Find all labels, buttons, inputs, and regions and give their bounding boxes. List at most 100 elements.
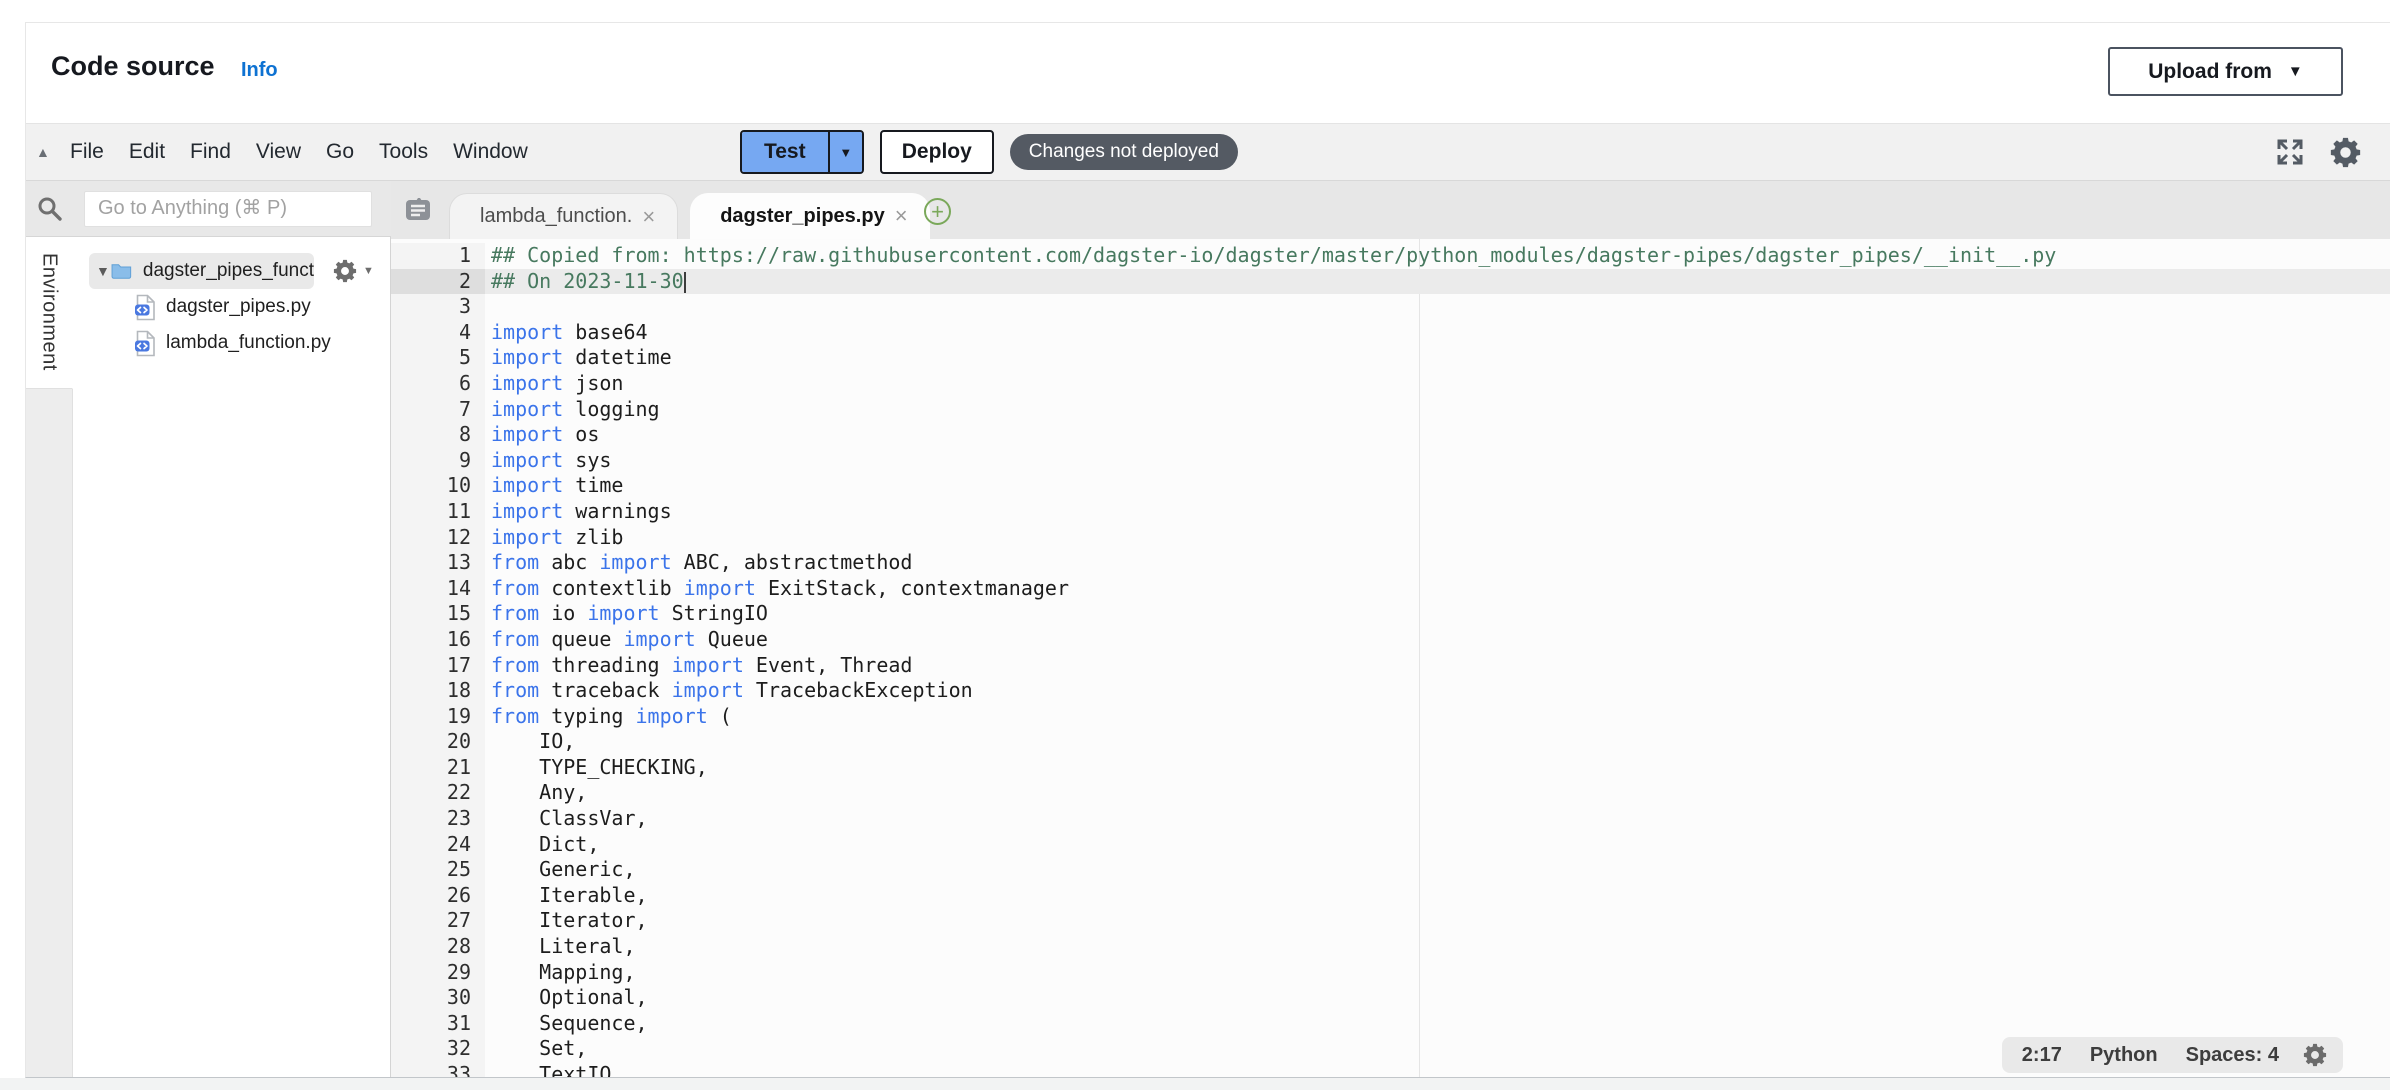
line-number: 18 — [391, 678, 485, 704]
editor-tab-dagster_pipes-py[interactable]: dagster_pipes.py× — [690, 193, 929, 239]
code-line[interactable]: 22 Any, — [391, 780, 2390, 806]
test-button[interactable]: Test — [742, 132, 828, 172]
code-line[interactable]: 29 Mapping, — [391, 960, 2390, 986]
line-number: 33 — [391, 1062, 485, 1077]
code-line-text: import time — [485, 473, 2390, 499]
code-line-text: ## Copied from: https://raw.githubuserco… — [485, 243, 2390, 269]
code-line[interactable]: 20 IO, — [391, 729, 2390, 755]
code-source-panel: Code source Info Upload from ▼ ▲ FileEdi… — [25, 22, 2390, 1078]
side-tab-strip: Environment — [26, 237, 73, 1077]
language-mode[interactable]: Python — [2090, 1044, 2158, 1067]
code-line[interactable]: 24 Dict, — [391, 832, 2390, 858]
code-line[interactable]: 2## On 2023-11-30 — [391, 269, 2390, 295]
menu-item-tools[interactable]: Tools — [379, 140, 428, 164]
code-line[interactable]: 26 Iterable, — [391, 883, 2390, 909]
line-number: 19 — [391, 704, 485, 730]
menu-item-file[interactable]: File — [70, 140, 104, 164]
code-line[interactable]: 6import json — [391, 371, 2390, 397]
tab-close-icon[interactable]: × — [895, 203, 908, 229]
code-line-text: import warnings — [485, 499, 2390, 525]
code-line[interactable]: 19from typing import ( — [391, 704, 2390, 730]
editor-body[interactable]: 1## Copied from: https://raw.githubuserc… — [391, 239, 2390, 1077]
editor-tab-lambda_function-[interactable]: lambda_function.× — [449, 193, 678, 239]
code-line[interactable]: 11import warnings — [391, 499, 2390, 525]
code-line[interactable]: 4import base64 — [391, 320, 2390, 346]
line-number: 23 — [391, 806, 485, 832]
tree-folder-row[interactable]: ▼ dagster_pipes_funct ▼ — [73, 253, 390, 289]
code-line-text: from contextlib import ExitStack, contex… — [485, 576, 2390, 602]
code-line[interactable]: 23 ClassVar, — [391, 806, 2390, 832]
line-number: 31 — [391, 1011, 485, 1037]
line-number: 21 — [391, 755, 485, 781]
code-line[interactable]: 16from queue import Queue — [391, 627, 2390, 653]
line-number: 32 — [391, 1036, 485, 1062]
line-number: 6 — [391, 371, 485, 397]
menu-item-find[interactable]: Find — [190, 140, 231, 164]
code-line[interactable]: 21 TYPE_CHECKING, — [391, 755, 2390, 781]
code-line-text: import base64 — [485, 320, 2390, 346]
status-bar: 2:17 Python Spaces: 4 — [2002, 1037, 2343, 1073]
editor-settings-gear-icon[interactable] — [2301, 1041, 2329, 1069]
info-link[interactable]: Info — [241, 59, 278, 82]
tree-settings-gear-icon[interactable]: ▼ — [331, 257, 374, 285]
line-number: 7 — [391, 397, 485, 423]
settings-gear-icon[interactable] — [2327, 134, 2364, 171]
code-line-text: import logging — [485, 397, 2390, 423]
fullscreen-icon[interactable] — [2275, 137, 2305, 167]
line-number: 11 — [391, 499, 485, 525]
ide-menu-bar: ▲ File Edit Find View Go Tools Window Test ▼ D… — [26, 123, 2390, 181]
environment-tab-label: Environment — [38, 253, 61, 388]
code-line[interactable]: 13from abc import ABC, abstractmethod — [391, 550, 2390, 576]
code-line-text: ClassVar, — [485, 806, 2390, 832]
code-line[interactable]: 14from contextlib import ExitStack, cont… — [391, 576, 2390, 602]
new-tab-button[interactable]: + — [924, 198, 951, 225]
tab-close-icon[interactable]: × — [642, 204, 655, 230]
line-number: 29 — [391, 960, 485, 986]
menu-item-go[interactable]: Go — [326, 140, 354, 164]
code-line[interactable]: 9import sys — [391, 448, 2390, 474]
menu-item-window[interactable]: Window — [453, 140, 528, 164]
tree-folder-selection[interactable]: ▼ dagster_pipes_funct — [89, 253, 314, 289]
code-line[interactable]: 1## Copied from: https://raw.githubuserc… — [391, 243, 2390, 269]
code-line[interactable]: 31 Sequence, — [391, 1011, 2390, 1037]
line-number: 8 — [391, 422, 485, 448]
deploy-button[interactable]: Deploy — [880, 130, 994, 174]
line-number: 24 — [391, 832, 485, 858]
folder-caret-icon[interactable]: ▼ — [96, 263, 111, 279]
code-line[interactable]: 8import os — [391, 422, 2390, 448]
menu-item-view[interactable]: View — [256, 140, 301, 164]
code-line[interactable]: 12import zlib — [391, 525, 2390, 551]
caret-down-icon: ▼ — [2288, 63, 2303, 80]
code-line[interactable]: 5import datetime — [391, 345, 2390, 371]
code-line[interactable]: 7import logging — [391, 397, 2390, 423]
code-line[interactable]: 10import time — [391, 473, 2390, 499]
collapse-panel-icon[interactable]: ▲ — [36, 144, 58, 160]
tree-file-dagster_pipes-py[interactable]: dagster_pipes.py — [73, 289, 390, 325]
menu-item-edit[interactable]: Edit — [129, 140, 165, 164]
line-number: 1 — [391, 243, 485, 269]
line-number: 22 — [391, 780, 485, 806]
code-line[interactable]: 15from io import StringIO — [391, 601, 2390, 627]
sidebar: Environment ▼ dagster_pipes_funct ▼ — [26, 181, 391, 1077]
tab-list-icon[interactable] — [401, 194, 435, 224]
test-dropdown-button[interactable]: ▼ — [828, 132, 862, 172]
code-line[interactable]: 17from threading import Event, Thread — [391, 653, 2390, 679]
upload-from-button[interactable]: Upload from ▼ — [2108, 47, 2343, 96]
cursor-position[interactable]: 2:17 — [2022, 1044, 2062, 1067]
code-line[interactable]: 3 — [391, 294, 2390, 320]
code-line[interactable]: 28 Literal, — [391, 934, 2390, 960]
tree-file-lambda_function-py[interactable]: lambda_function.py — [73, 325, 390, 361]
environment-tab[interactable]: Environment — [26, 237, 73, 389]
indent-setting[interactable]: Spaces: 4 — [2186, 1044, 2279, 1067]
code-area[interactable]: 1## Copied from: https://raw.githubuserc… — [391, 243, 2390, 1077]
line-number: 16 — [391, 627, 485, 653]
code-line-text: import os — [485, 422, 2390, 448]
line-number: 5 — [391, 345, 485, 371]
code-line[interactable]: 27 Iterator, — [391, 908, 2390, 934]
code-line[interactable]: 30 Optional, — [391, 985, 2390, 1011]
go-to-anything-input[interactable] — [84, 191, 372, 227]
page-background-strip — [0, 1078, 2390, 1090]
code-line[interactable]: 25 Generic, — [391, 857, 2390, 883]
line-number: 26 — [391, 883, 485, 909]
code-line[interactable]: 18from traceback import TracebackExcepti… — [391, 678, 2390, 704]
